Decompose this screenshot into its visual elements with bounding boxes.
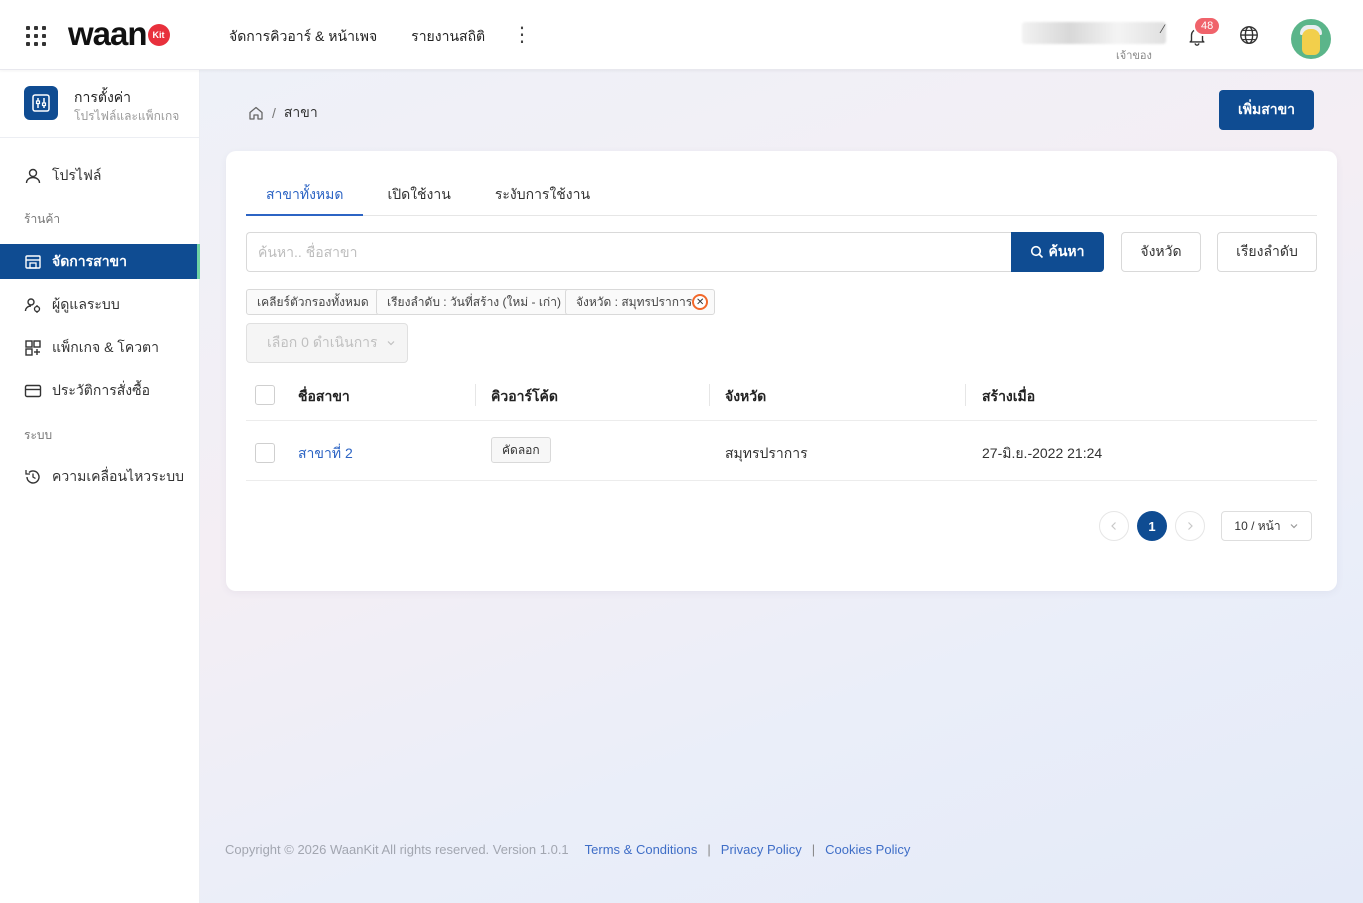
search-input[interactable] <box>246 232 1012 272</box>
breadcrumb-separator: / <box>272 105 276 121</box>
prev-page-button[interactable] <box>1099 511 1129 541</box>
branch-province: สมุทรปราการ <box>725 445 808 461</box>
user-role: เจ้าของ <box>1116 50 1152 62</box>
avatar[interactable] <box>1291 19 1331 59</box>
sidebar-title: การตั้งค่า <box>74 89 132 105</box>
province-filter-chip: จังหวัด : สมุทรปราการ ✕ <box>565 289 716 315</box>
column-header-qr: คิวอาร์โค้ด <box>491 388 558 404</box>
sidebar-item-label: ผู้ดูแลระบบ <box>52 295 120 312</box>
chevron-down-icon[interactable]: ⁄ <box>1162 22 1164 36</box>
branches-card: สาขาทั้งหมด เปิดใช้งาน ระงับการใช้งาน ค้… <box>226 151 1337 591</box>
search-icon <box>1031 245 1044 259</box>
more-vertical-icon[interactable]: ⋮ <box>512 22 532 47</box>
column-header-created[interactable]: สร้างเมื่อ <box>982 386 1035 408</box>
apps-grid-icon[interactable] <box>26 26 46 46</box>
clear-filters-chip[interactable]: เคลียร์ตัวกรองทั้งหมด <box>246 289 380 315</box>
packages-grid-icon <box>24 339 42 357</box>
bulk-action-label: เลือก 0 ดำเนินการ <box>267 334 378 350</box>
province-chip-label: จังหวัด : สมุทรปราการ <box>576 294 693 309</box>
branch-name-link[interactable]: สาขาที่ 2 <box>298 443 353 465</box>
search-button-label: ค้นหา <box>1048 243 1085 259</box>
admin-users-icon <box>24 296 42 314</box>
page-number-current[interactable]: 1 <box>1137 511 1167 541</box>
nav-qr-pages[interactable]: จัดการคิวอาร์ & หน้าเพจ <box>229 26 377 48</box>
sidebar-item-label: ความเคลื่อนไหวระบบ <box>52 467 184 484</box>
table-header: ชื่อสาขา คิวอาร์โค้ด จังหวัด สร้างเมื่อ <box>246 370 1317 421</box>
sidebar-item-profile[interactable]: โปรไฟล์ <box>0 158 200 193</box>
home-icon[interactable] <box>248 105 264 121</box>
sort-button[interactable]: เรียงลำดับ <box>1217 232 1317 272</box>
footer-separator: | <box>707 842 711 857</box>
credit-card-icon <box>24 382 42 400</box>
select-all-checkbox[interactable] <box>255 385 275 405</box>
tab-active[interactable]: เปิดใช้งาน <box>367 174 470 216</box>
footer-separator: | <box>811 842 816 857</box>
sort-filter-chip[interactable]: เรียงลำดับ : วันที่สร้าง (ใหม่ - เก่า) <box>376 289 572 315</box>
sidebar-section-system: ระบบ <box>24 428 53 442</box>
sidebar-item-label: แพ็กเกจ & โควตา <box>52 338 160 355</box>
breadcrumb-current: สาขา <box>283 104 318 120</box>
tabs: สาขาทั้งหมด เปิดใช้งาน ระงับการใช้งาน <box>246 174 1317 216</box>
add-branch-button[interactable]: เพิ่มสาขา <box>1219 90 1314 130</box>
chevron-left-icon <box>1111 522 1116 530</box>
logo[interactable]: waan Kit <box>68 15 170 52</box>
close-icon[interactable]: ✕ <box>692 294 709 310</box>
page-size-select[interactable]: 10 / หน้า <box>1221 511 1312 541</box>
footer: Copyright © 2026 WaanKit All rights rese… <box>225 842 910 857</box>
sidebar-section-store: ร้านค้า <box>24 212 61 226</box>
sidebar-item-admins[interactable]: ผู้ดูแลระบบ <box>0 287 200 322</box>
tab-all-branches[interactable]: สาขาทั้งหมด <box>246 174 364 216</box>
nav-statistics[interactable]: รายงานสถิติ <box>411 26 485 48</box>
breadcrumb: / สาขา <box>248 102 318 124</box>
branch-created: 27-มิ.ย.-2022 21:24 <box>982 445 1103 461</box>
sidebar-item-orders[interactable]: ประวัติการสั่งซื้อ <box>0 373 200 408</box>
top-bar: waan Kit จัดการคิวอาร์ & หน้าเพจ รายงานส… <box>0 0 1363 70</box>
user-name-redacted[interactable] <box>1022 22 1166 44</box>
history-icon <box>24 468 42 486</box>
chevron-down-icon <box>387 341 394 346</box>
globe-icon[interactable] <box>1238 24 1260 46</box>
sidebar-subtitle: โปรไฟล์และแพ็กเกจ <box>74 109 180 123</box>
column-header-province: จังหวัด <box>725 388 767 404</box>
tab-suspended[interactable]: ระงับการใช้งาน <box>475 174 610 216</box>
terms-link[interactable]: Terms & Conditions <box>585 842 698 857</box>
page-size-label: 10 / หน้า <box>1234 518 1281 533</box>
sidebar-item-label: ประวัติการสั่งซื้อ <box>52 381 151 398</box>
privacy-link[interactable]: Privacy Policy <box>721 842 802 857</box>
main-content: / สาขา เพิ่มสาขา สาขาทั้งหมด เปิดใช้งาน … <box>200 70 1363 903</box>
province-filter-button[interactable]: จังหวัด <box>1121 232 1201 272</box>
notification-badge: 48 <box>1193 16 1222 36</box>
cookies-link[interactable]: Cookies Policy <box>825 842 910 857</box>
sidebar-item-label: โปรไฟล์ <box>52 166 102 183</box>
bulk-action-select: เลือก 0 ดำเนินการ <box>246 323 408 363</box>
sidebar-item-activity[interactable]: ความเคลื่อนไหวระบบ <box>0 459 200 494</box>
settings-sliders-icon <box>24 86 58 120</box>
sidebar-item-branches[interactable]: จัดการสาขา <box>0 244 200 279</box>
sidebar: การตั้งค่า โปรไฟล์และแพ็กเกจ โปรไฟล์ ร้า… <box>0 70 200 903</box>
next-page-button[interactable] <box>1175 511 1205 541</box>
table-row: สาขาที่ 2 คัดลอก สมุทรปราการ 27-มิ.ย.-20… <box>246 421 1317 481</box>
search-button[interactable]: ค้นหา <box>1011 232 1104 272</box>
chevron-right-icon <box>1188 522 1193 530</box>
sidebar-item-label: จัดการสาขา <box>52 252 127 269</box>
logo-badge: Kit <box>147 24 170 46</box>
logo-text: waan <box>68 15 148 52</box>
user-icon <box>24 167 42 185</box>
column-header-name[interactable]: ชื่อสาขา <box>298 386 350 408</box>
top-nav: จัดการคิวอาร์ & หน้าเพจ รายงานสถิติ <box>229 26 485 48</box>
copyright-text: Copyright © 2026 WaanKit All rights rese… <box>225 842 569 857</box>
row-checkbox[interactable] <box>255 443 275 463</box>
store-icon <box>24 253 42 271</box>
sidebar-header: การตั้งค่า โปรไฟล์และแพ็กเกจ <box>0 70 200 138</box>
copy-qr-button[interactable]: คัดลอก <box>491 437 551 463</box>
sidebar-item-packages[interactable]: แพ็กเกจ & โควตา <box>0 330 200 365</box>
chevron-down-icon <box>1290 524 1298 529</box>
